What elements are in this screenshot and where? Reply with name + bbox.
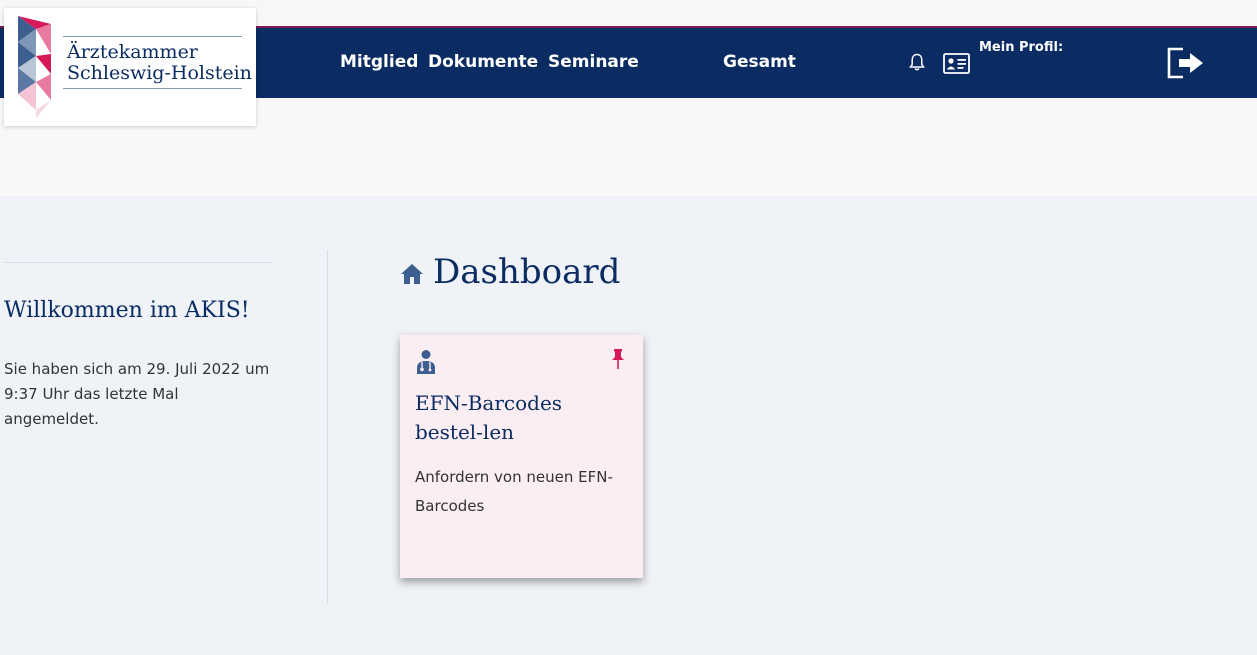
logout-icon[interactable]: [1167, 47, 1205, 79]
logo[interactable]: Ärztekammer Schleswig-Holstein: [4, 8, 256, 126]
home-icon: [401, 264, 423, 284]
logo-mark-icon: [18, 16, 51, 118]
logo-text-line1: Ärztekammer: [67, 41, 198, 63]
nav-item-seminare[interactable]: Seminare: [548, 26, 639, 98]
vertical-divider: [327, 250, 328, 604]
logo-rule-bottom: [63, 88, 242, 89]
doctor-icon: [417, 350, 435, 374]
nav-item-dokumente[interactable]: Dokumente: [428, 26, 538, 98]
bell-icon[interactable]: [909, 53, 925, 72]
sidebar-divider: [4, 262, 272, 263]
page-title: Dashboard: [433, 252, 621, 292]
dashboard-card-efn-barcodes[interactable]: EFN-Barcodes bestel-len Anfordern von ne…: [400, 335, 643, 578]
card-title: EFN-Barcodes bestel-len: [415, 391, 563, 444]
card-description: Anfordern von neuen EFN-Barcodes: [415, 468, 613, 515]
nav-item-mitglied[interactable]: Mitglied: [340, 26, 418, 98]
logo-text-line2: Schleswig-Holstein: [67, 62, 252, 84]
logo-rule-top: [63, 36, 242, 37]
id-card-icon[interactable]: [943, 53, 970, 74]
pin-icon[interactable]: [611, 349, 625, 369]
profile-label[interactable]: Mein Profil:: [979, 40, 1063, 55]
last-login-text: Sie haben sich am 29. Juli 2022 um 9:37 …: [4, 360, 270, 428]
welcome-title: Willkommen im AKIS!: [4, 298, 250, 323]
nav-item-gesamt[interactable]: Gesamt: [723, 26, 796, 98]
